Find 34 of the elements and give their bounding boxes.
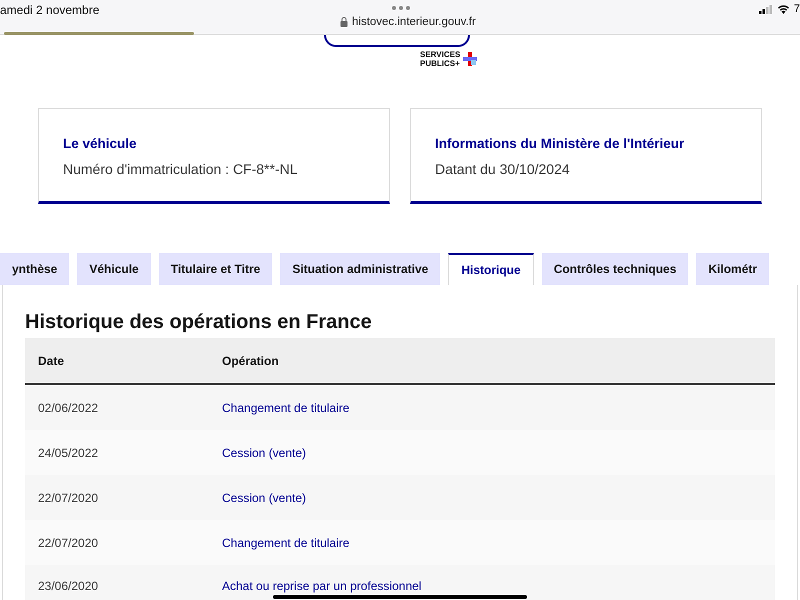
column-header: Date (37, 354, 66, 368)
card-text: Numéro d'immatriculation : CF-8**-NL (63, 161, 299, 177)
tab[interactable]: Historique (448, 253, 534, 285)
tab[interactable]: Titulaire et Titre (158, 253, 272, 285)
section-title: Historique des opérations en France (25, 311, 373, 334)
table-cell-text: 02/06/2022 (37, 400, 100, 414)
feedback-button-edge[interactable] (324, 35, 470, 47)
table-cell: Changement de titulaire (222, 536, 350, 550)
lock-icon (340, 17, 348, 27)
url-text[interactable]: histovec.interieur.gouv.fr (352, 16, 476, 28)
card-text: Datant du 30/10/2024 (435, 161, 571, 177)
cross-logo-icon (463, 52, 478, 66)
tab[interactable]: Kilométr (696, 253, 770, 285)
table-cell: Cession (vente) (222, 490, 306, 504)
table-cell-text: 24/05/2022 (37, 446, 100, 460)
services-publics-logo: SERVICES PUBLICS+ (420, 50, 460, 68)
card-title: Le véhicule (63, 136, 138, 151)
more-icon[interactable] (392, 6, 410, 10)
battery-percent: 7 (794, 3, 800, 15)
table-cell-text: 22/07/2020 (37, 490, 100, 504)
table-cell: Cession (vente) (222, 446, 306, 460)
table-cell-text: 23/06/2020 (37, 579, 100, 593)
table-cell: Achat ou reprise par un professionnel (222, 579, 422, 593)
table-cell: Changement de titulaire (222, 400, 350, 414)
status-date: amedi 2 novembre (0, 3, 100, 17)
tab[interactable]: ynthèse (0, 253, 70, 285)
wifi-icon (776, 4, 790, 14)
tab[interactable]: Situation administrative (280, 253, 440, 285)
tab[interactable]: Contrôles techniques (542, 253, 688, 285)
table-cell-text: 22/07/2020 (37, 536, 100, 550)
card-title: Informations du Ministère de l'Intérieur (435, 136, 686, 151)
tab[interactable]: Véhicule (77, 253, 151, 285)
column-header: Opération (222, 354, 279, 368)
signal-icon (758, 4, 773, 14)
